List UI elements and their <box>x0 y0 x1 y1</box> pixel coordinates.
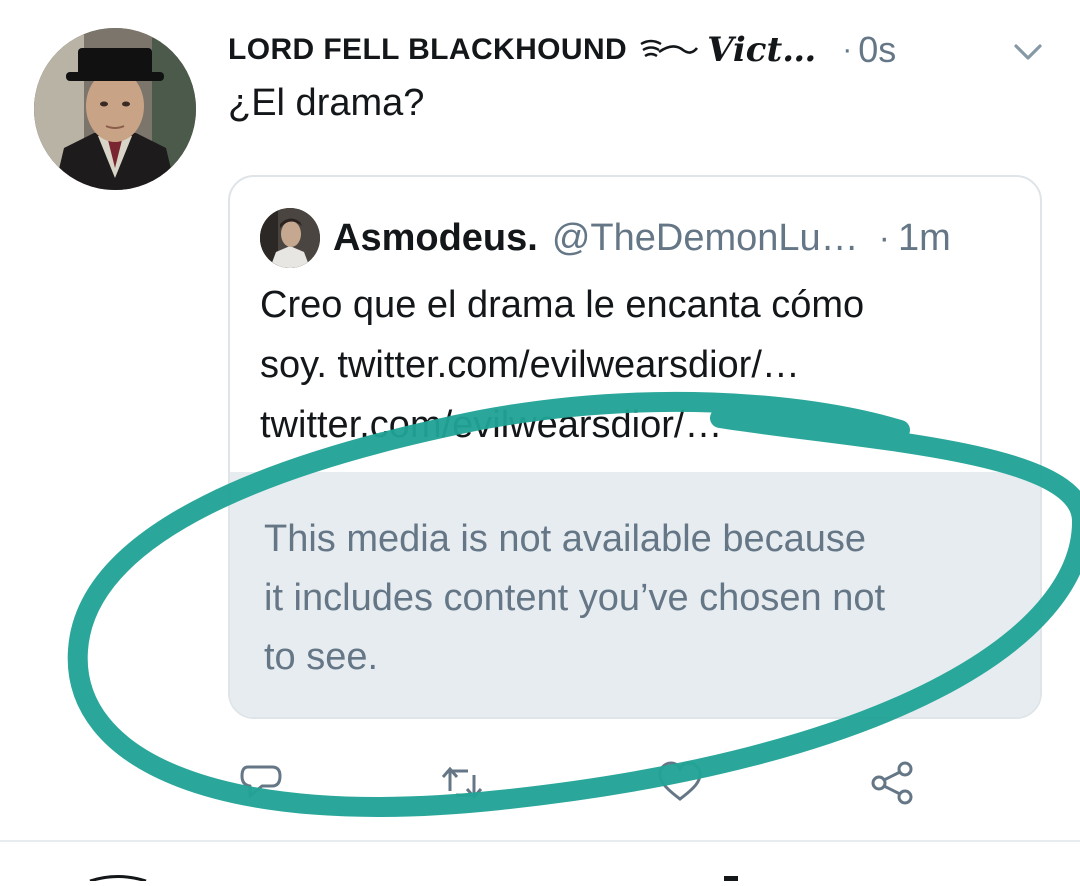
media-unavailable-notice: This media is not available because it i… <box>230 472 1040 717</box>
retweet-icon[interactable] <box>434 755 490 811</box>
quoted-tweet-text: Creo que el drama le encanta cómo soy. t… <box>260 275 1020 455</box>
chevron-down-icon[interactable] <box>1010 38 1046 66</box>
author-avatar[interactable] <box>34 28 196 190</box>
tweet-timestamp[interactable]: 0s <box>858 29 896 71</box>
quoted-author-name[interactable]: Asmodeus. <box>333 217 538 260</box>
tweet-text: ¿El drama? <box>228 82 425 124</box>
next-tweet-partial <box>0 842 1080 883</box>
tweet[interactable]: LORD FELL BLACKHOUND Vict… · 0s ¿El dram… <box>0 0 1080 840</box>
separator-dot: · <box>878 218 890 257</box>
notice-line: it includes content you’ve chosen not <box>264 577 886 619</box>
quoted-tweet-header: Asmodeus. @TheDemonLu… · 1m <box>333 209 1023 267</box>
quoted-text-link: twitter.com/evilwearsdior/… <box>260 404 723 446</box>
share-icon[interactable] <box>864 755 920 811</box>
notice-line: This media is not available because <box>264 518 867 560</box>
quoted-text-link: soy. twitter.com/evilwearsdior/… <box>260 344 800 386</box>
author-display-name-suffix: Vict… <box>707 30 817 70</box>
quoted-author-handle[interactable]: @TheDemonLu… <box>552 217 859 260</box>
quoted-author-avatar[interactable] <box>260 208 320 268</box>
reply-icon[interactable] <box>232 755 288 811</box>
notice-line: to see. <box>264 636 379 678</box>
tweet-header: LORD FELL BLACKHOUND Vict… · 0s <box>228 26 1058 74</box>
wave-eye-icon <box>637 36 699 64</box>
like-icon[interactable] <box>652 755 708 811</box>
tweet-actions <box>228 755 1048 811</box>
author-display-name[interactable]: LORD FELL BLACKHOUND <box>228 33 627 67</box>
quoted-tweet-timestamp: 1m <box>897 216 951 259</box>
quoted-tweet[interactable]: Asmodeus. @TheDemonLu… · 1m Creo que el … <box>228 175 1042 719</box>
quoted-text-line: Creo que el drama le encanta cómo <box>260 284 865 326</box>
separator-dot: · <box>842 33 853 66</box>
